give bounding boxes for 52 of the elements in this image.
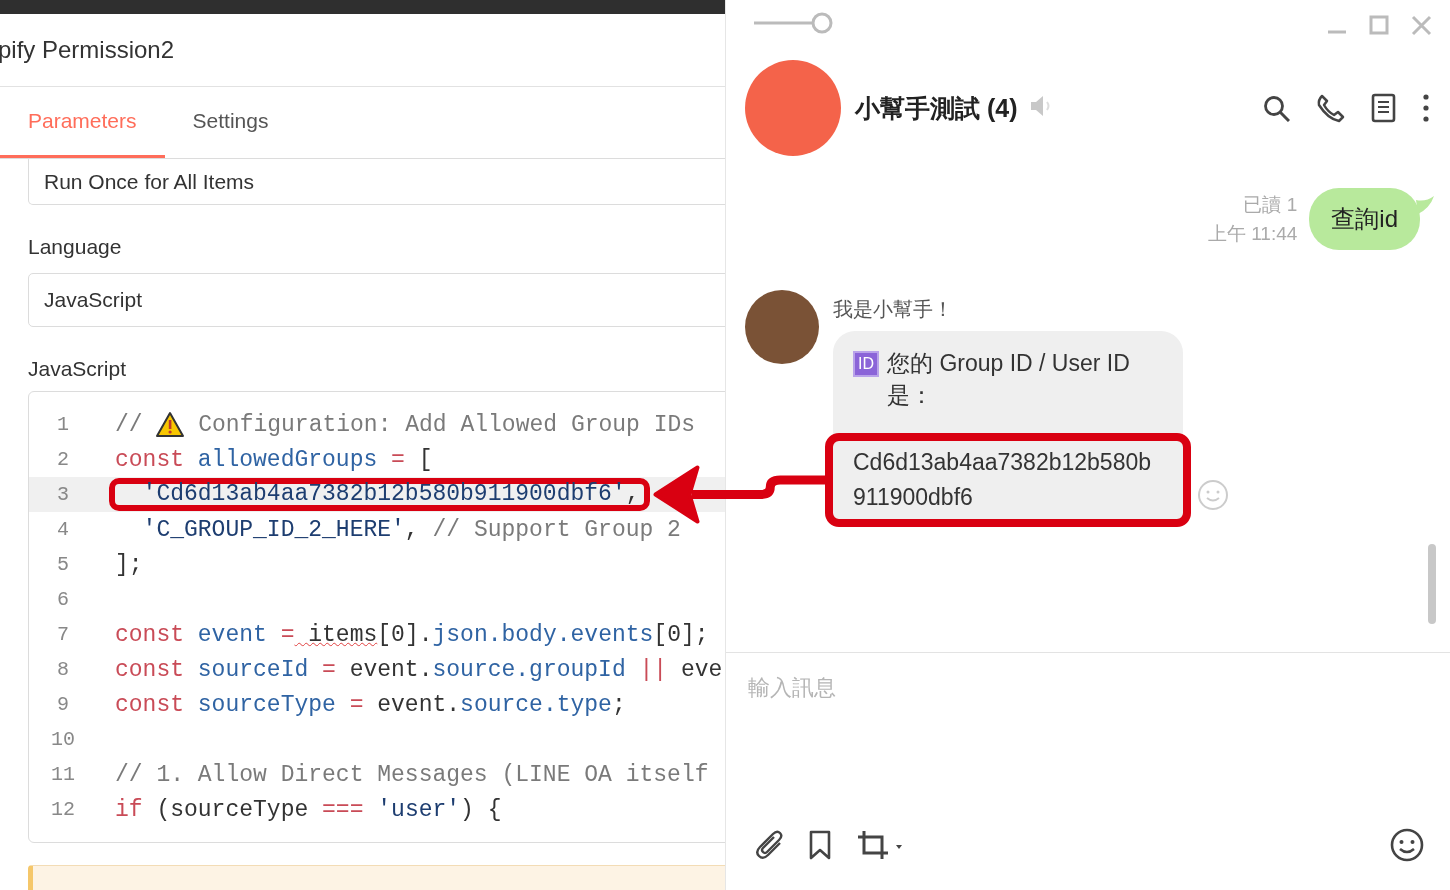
line-number: 4 <box>56 518 70 541</box>
code-line: 'Cd6d13ab4aa7382b12b580b911900dbf6', <box>109 478 650 511</box>
speaker-icon <box>1029 94 1052 118</box>
more-icon[interactable] <box>1422 93 1430 123</box>
id-badge: ID <box>853 351 879 377</box>
line-number: 2 <box>56 448 70 471</box>
code-line: const allowedGroups = [ <box>115 446 433 473</box>
emoji-icon[interactable] <box>1390 828 1424 862</box>
tab[interactable]: Settings <box>164 87 297 158</box>
code-line: // 1. Allow Direct Messages (LINE OA itself <box>115 761 709 788</box>
line-number: 11 <box>50 763 76 786</box>
code-comment: // <box>115 411 144 438</box>
paperclip-icon[interactable] <box>754 829 784 861</box>
line-number: 1 <box>56 413 70 436</box>
line-number: 9 <box>56 693 70 716</box>
chat-title: 小幫手測試 (4) <box>855 92 1018 124</box>
sent-bubble: 查詢id <box>1309 188 1420 250</box>
code-line: if (sourceType === 'user') { <box>115 796 502 823</box>
node-title: pify Permission2 <box>0 36 175 64</box>
mode-select[interactable]: Run Once for All Items <box>28 159 725 205</box>
code-line: ]; <box>115 551 143 578</box>
line-number: 6 <box>56 588 70 611</box>
bookmark-icon[interactable] <box>808 830 832 860</box>
message-input[interactable]: 輸入訊息 <box>748 673 1408 703</box>
code-line: 'C_GROUP_ID_2_HERE', // Support Group 2 <box>141 516 681 543</box>
notes-icon[interactable] <box>1371 93 1396 123</box>
line-number: 10 <box>50 728 76 751</box>
code-line: const sourceId = event.source.groupId || eve <box>115 656 723 683</box>
scrollbar-thumb[interactable] <box>1428 544 1436 624</box>
code-editor[interactable] <box>28 391 725 843</box>
search-icon[interactable] <box>1263 94 1290 122</box>
code-comment: Configuration: Add Allowed Group IDs <box>197 411 696 438</box>
field-label: Language <box>28 235 123 259</box>
line-number: 5 <box>56 553 70 576</box>
line-number: 8 <box>56 658 70 681</box>
message-text: Cd6d13ab4aa7382b12b580b911900dbf6 <box>825 433 1191 527</box>
line-number: 7 <box>56 623 70 646</box>
opacity-slider-icon[interactable] <box>752 11 834 35</box>
field-label: JavaScript <box>28 357 128 381</box>
bubble-tail <box>1416 196 1434 214</box>
code-line: const sourceType = event.source.type; <box>115 691 626 718</box>
line-number: 3 <box>56 483 70 506</box>
message-time: 上午 11:44 <box>1207 222 1298 246</box>
line-number: 12 <box>50 798 76 821</box>
message-text: 您的 Group ID / User ID 是： <box>887 349 1131 410</box>
sender-name: 我是小幫手！ <box>833 297 954 322</box>
crop-icon[interactable] <box>856 829 904 861</box>
language-select[interactable]: JavaScript <box>28 273 725 327</box>
phone-icon[interactable] <box>1316 93 1345 123</box>
warning-icon <box>156 411 185 438</box>
code-line: const event = items[0].json.body.events[0]; <box>115 621 709 648</box>
read-receipt: 已讀 1 <box>1243 193 1298 217</box>
